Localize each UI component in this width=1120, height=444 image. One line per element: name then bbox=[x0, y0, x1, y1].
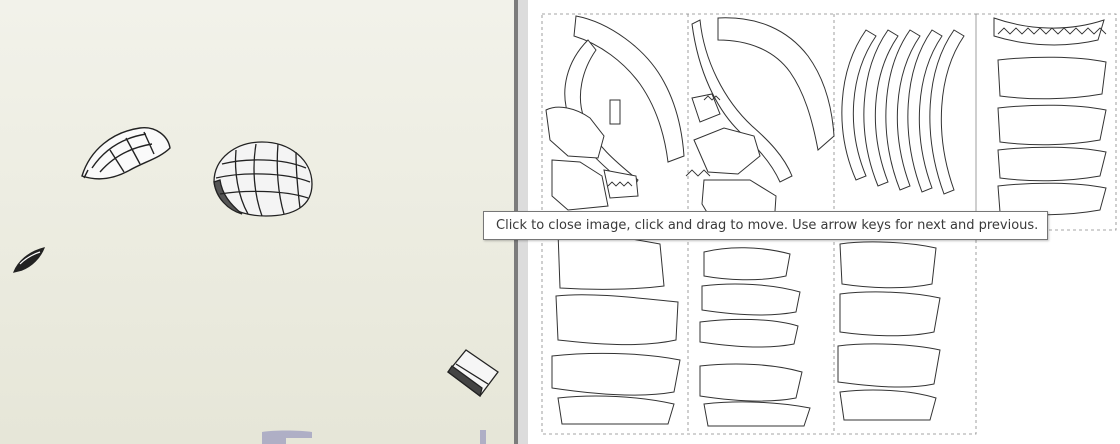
3d-viewport[interactable] bbox=[0, 0, 514, 444]
watermark-graphic bbox=[262, 430, 486, 444]
box-part[interactable] bbox=[447, 349, 499, 398]
dome-part[interactable] bbox=[213, 141, 313, 217]
small-fin-part[interactable] bbox=[13, 247, 45, 273]
viewport-canvas bbox=[13, 127, 499, 444]
helmet-shell-part[interactable] bbox=[81, 127, 171, 180]
template-pieces-col4 bbox=[993, 17, 1107, 216]
image-viewer-tooltip: Click to close image, click and drag to … bbox=[483, 211, 1048, 240]
